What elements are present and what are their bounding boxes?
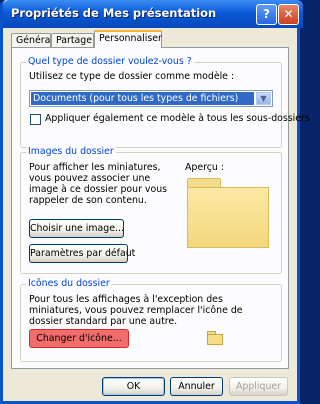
- template-select-value: Documents (pour tous les types de fichie…: [31, 92, 254, 105]
- properties-dialog: Propriétés de Mes présentation ? ✕ Génér…: [0, 0, 310, 404]
- tab-customize[interactable]: Personnaliser: [94, 30, 162, 48]
- window-title: Propriétés de Mes présentation: [11, 6, 217, 20]
- tab-general[interactable]: Général: [11, 33, 53, 47]
- folder-icons-group: Icônes du dossier Pour tous les affichag…: [20, 278, 282, 362]
- tab-customize-label: Personnaliser: [99, 33, 162, 44]
- help-icon: ?: [263, 7, 270, 21]
- folder-preview-icon: [187, 178, 269, 248]
- change-icon-button[interactable]: Changer d'icône...: [29, 329, 129, 348]
- folder-images-description: Pour afficher les miniatures, vous pouve…: [29, 162, 168, 206]
- choose-image-button[interactable]: Choisir une image...: [29, 219, 124, 238]
- tab-general-label: Général: [16, 35, 53, 46]
- current-folder-icon-body: [207, 334, 223, 345]
- close-button[interactable]: ✕: [278, 4, 299, 25]
- current-folder-icon: [207, 331, 223, 345]
- folder-type-group: Quel type de dossier voulez-vous ? Utili…: [20, 56, 310, 148]
- template-label: Utilisez ce type de dossier comme modèle…: [29, 71, 235, 82]
- cancel-button[interactable]: Annuler: [170, 377, 223, 396]
- preview-label: Aperçu :: [185, 162, 225, 173]
- ok-button-label: OK: [126, 381, 141, 392]
- folder-icons-group-label: Icônes du dossier: [26, 278, 112, 289]
- folder-icons-description: Pour tous les affichages à l'exception d…: [29, 294, 243, 327]
- template-select[interactable]: Documents (pour tous les types de fichie…: [29, 90, 273, 107]
- choose-image-button-label: Choisir une image...: [30, 223, 124, 234]
- ok-button[interactable]: OK: [102, 377, 165, 396]
- tab-sharing[interactable]: Partage: [51, 33, 94, 47]
- folder-preview-body: [187, 187, 269, 248]
- apply-button[interactable]: Appliquer: [229, 377, 288, 396]
- cancel-button-label: Annuler: [178, 381, 215, 392]
- change-icon-button-label: Changer d'icône...: [36, 333, 122, 344]
- apply-subfolders-checkbox[interactable]: [30, 114, 41, 125]
- title-bar[interactable]: Propriétés de Mes présentation ? ✕: [3, 0, 303, 28]
- apply-subfolders-label[interactable]: Appliquer également ce modèle à tous les…: [45, 113, 310, 124]
- apply-button-label: Appliquer: [235, 381, 282, 392]
- close-icon: ✕: [283, 7, 294, 21]
- restore-defaults-button-label: Paramètres par défaut: [30, 248, 136, 259]
- restore-defaults-button[interactable]: Paramètres par défaut: [29, 244, 135, 263]
- tab-sharing-label: Partage: [56, 35, 92, 46]
- help-button[interactable]: ?: [256, 4, 277, 25]
- folder-type-group-label: Quel type de dossier voulez-vous ?: [26, 56, 194, 67]
- chevron-down-icon[interactable]: ▼: [256, 92, 271, 105]
- folder-images-group-label: Images du dossier: [26, 146, 116, 157]
